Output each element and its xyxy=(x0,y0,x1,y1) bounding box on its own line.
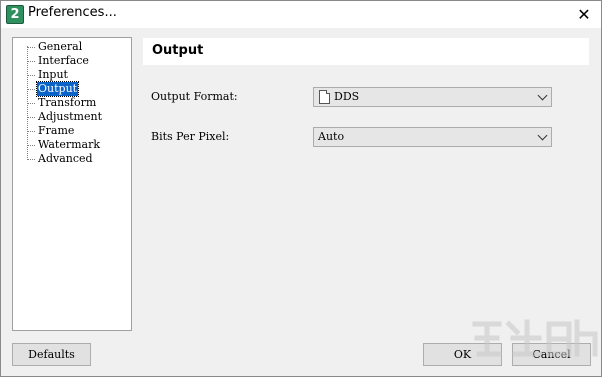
bits-per-pixel-value: Auto xyxy=(318,130,345,143)
bits-per-pixel-label: Bits Per Pixel: xyxy=(151,130,230,143)
output-format-select[interactable]: DDS xyxy=(313,87,552,107)
bits-per-pixel-select[interactable]: Auto xyxy=(313,127,552,147)
title-bar: 2 Preferences... ✕ xyxy=(1,1,601,28)
tree-item-label: Watermark xyxy=(38,138,101,151)
chevron-down-icon xyxy=(537,90,548,101)
tree-item-label: Input xyxy=(38,68,68,81)
tree-item-label: Interface xyxy=(38,54,89,67)
window-title: Preferences... xyxy=(28,5,117,20)
tree-item-label: Frame xyxy=(38,124,75,137)
preferences-dialog: 2 Preferences... ✕ General Interface Inp… xyxy=(0,0,602,377)
tree-connector xyxy=(27,46,28,158)
tree-item-label: Transform xyxy=(38,96,97,109)
app-icon: 2 xyxy=(6,5,24,24)
file-icon xyxy=(319,90,330,104)
chevron-down-icon xyxy=(537,130,548,141)
panel-header: Output xyxy=(143,38,589,65)
tree-item-label: General xyxy=(38,40,83,53)
site-watermark-logo xyxy=(472,319,598,357)
tree-item-label: Advanced xyxy=(38,152,93,165)
tree-item-label: Adjustment xyxy=(38,110,102,123)
output-format-value: DDS xyxy=(334,90,360,103)
panel-title: Output xyxy=(152,43,204,58)
close-button[interactable]: ✕ xyxy=(567,1,601,28)
tree-item-label: Output xyxy=(35,81,80,97)
output-format-label: Output Format: xyxy=(151,90,238,103)
category-tree: General Interface Input Output Transform… xyxy=(12,37,132,331)
defaults-button[interactable]: Defaults xyxy=(12,343,91,366)
